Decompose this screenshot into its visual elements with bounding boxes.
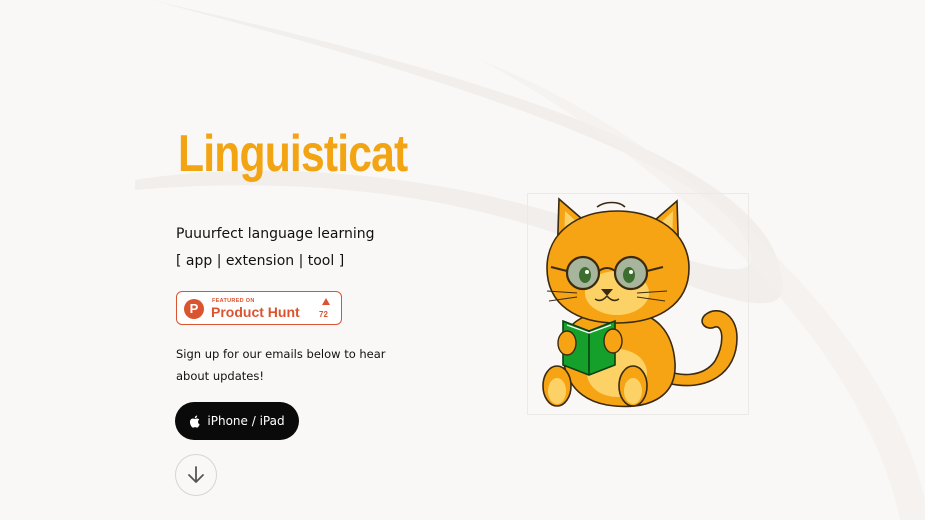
arrow-down-icon bbox=[188, 466, 204, 483]
tagline: Puuurfect language learning bbox=[176, 226, 375, 242]
cat-reading-book-illustration bbox=[542, 197, 738, 408]
signup-text: Sign up for our emails below to hear abo… bbox=[176, 347, 386, 383]
scroll-down-button[interactable] bbox=[175, 454, 217, 496]
product-hunt-badge[interactable]: P FEATURED ON Product Hunt 72 bbox=[176, 291, 342, 325]
upvote-count: 72 bbox=[319, 310, 328, 319]
apple-icon bbox=[190, 415, 201, 428]
background-swoosh bbox=[135, 0, 925, 520]
ios-button-label: iPhone / iPad bbox=[207, 414, 285, 428]
ios-download-button[interactable]: iPhone / iPad bbox=[175, 402, 299, 440]
product-hunt-name: Product Hunt bbox=[211, 304, 300, 320]
product-hunt-logo-icon: P bbox=[184, 299, 204, 319]
product-modes: [ app | extension | tool ] bbox=[176, 253, 345, 269]
brand-logo: Linguisticat bbox=[178, 125, 408, 183]
upvote-arrow-icon bbox=[322, 298, 330, 305]
